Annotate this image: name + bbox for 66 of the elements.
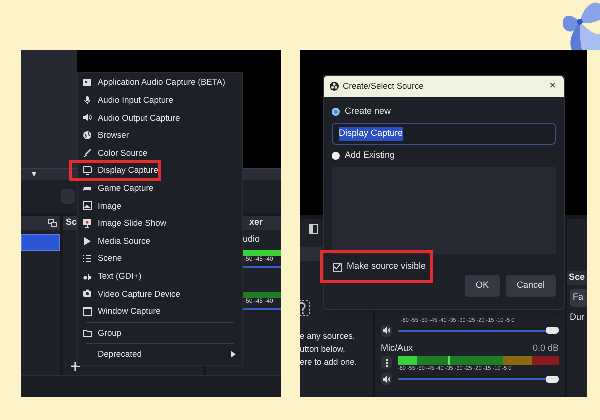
- text-icon: [83, 272, 92, 281]
- dialog-button[interactable]: OK: [465, 275, 500, 297]
- monitor-icon: [83, 166, 92, 176]
- list-icon: [83, 254, 92, 264]
- dock-title: Sce: [567, 271, 587, 285]
- window-icon: [83, 307, 92, 316]
- checkbox-label: Make source visible: [347, 260, 426, 274]
- dialog-button[interactable]: Cancel: [506, 275, 556, 297]
- menu-item[interactable]: Display Capture: [78, 162, 242, 180]
- dock-title: Sc: [66, 216, 78, 230]
- menu-item[interactable]: Audio Input Capture: [78, 92, 242, 110]
- hint-text: ere to add one.: [300, 356, 358, 369]
- camera-icon: [83, 289, 92, 298]
- radio-label: Create new: [345, 105, 392, 118]
- globe-icon: [83, 131, 92, 140]
- app-window-icon: [83, 78, 92, 88]
- checkbox[interactable]: [333, 262, 342, 272]
- presentation-icon: [83, 219, 92, 228]
- menu-item[interactable]: Color Source: [78, 144, 242, 162]
- mute-button[interactable]: [381, 324, 392, 336]
- microphone-icon: [83, 96, 92, 105]
- channel-name: Mic/Aux: [381, 342, 414, 354]
- menu-item[interactable]: Media Source: [78, 232, 242, 250]
- menu-item[interactable]: Video Capture Device: [78, 285, 242, 303]
- dock-title: xer: [249, 216, 263, 230]
- channel-name: udio: [243, 233, 262, 246]
- play-icon: [83, 236, 92, 246]
- menu-item[interactable]: Application Audio Capture (BETA): [78, 74, 242, 92]
- menu-item[interactable]: Scene: [78, 250, 242, 268]
- name-input-field[interactable]: Display Capture: [332, 123, 556, 145]
- menu-item[interactable]: Audio Output Capture: [78, 109, 242, 127]
- radio-button[interactable]: [332, 152, 340, 160]
- speaker-icon: [83, 113, 92, 122]
- level-meter: [241, 250, 281, 256]
- menu-item[interactable]: Deprecated: [78, 346, 242, 364]
- panel-icon[interactable]: [309, 224, 318, 234]
- volume-slider-thumb[interactable]: [546, 376, 559, 382]
- hint-text: utton below,: [300, 343, 346, 356]
- hint-text: e any sources.: [300, 330, 356, 343]
- mute-button[interactable]: [381, 373, 392, 385]
- menu-item[interactable]: Image: [78, 197, 242, 215]
- question-icon: [300, 300, 311, 316]
- volume-slider-thumb[interactable]: [546, 327, 559, 334]
- menu-item[interactable]: Game Capture: [78, 180, 242, 198]
- menu-item[interactable]: Text (GDI+): [78, 268, 242, 286]
- caret-icon[interactable]: ▾: [32, 170, 37, 179]
- folder-icon: [83, 328, 92, 338]
- menu-item[interactable]: Group: [78, 324, 242, 342]
- radio-label: Add Existing: [345, 149, 396, 162]
- app-logo-icon: [330, 82, 339, 91]
- menu-item[interactable]: Image Slide Show: [78, 214, 242, 232]
- undock-icon[interactable]: [48, 219, 57, 227]
- plus-icon[interactable]: [71, 362, 80, 370]
- level-meter: [241, 292, 281, 298]
- menu-item[interactable]: Browser: [78, 126, 242, 144]
- close-button[interactable]: ×: [548, 81, 558, 92]
- more-button[interactable]: [381, 356, 392, 369]
- window-title: Create/Select Source: [343, 80, 425, 93]
- transition-dropdown[interactable]: Fa: [570, 289, 587, 307]
- image-icon: [83, 201, 92, 210]
- duration-label: Dur: [569, 311, 586, 324]
- radio-button[interactable]: [332, 108, 340, 116]
- brush-icon: [83, 148, 92, 158]
- submenu-arrow-icon: [231, 351, 236, 358]
- menu-item[interactable]: Window Capture: [78, 302, 242, 320]
- level-reading: 0.0 dB: [532, 342, 559, 354]
